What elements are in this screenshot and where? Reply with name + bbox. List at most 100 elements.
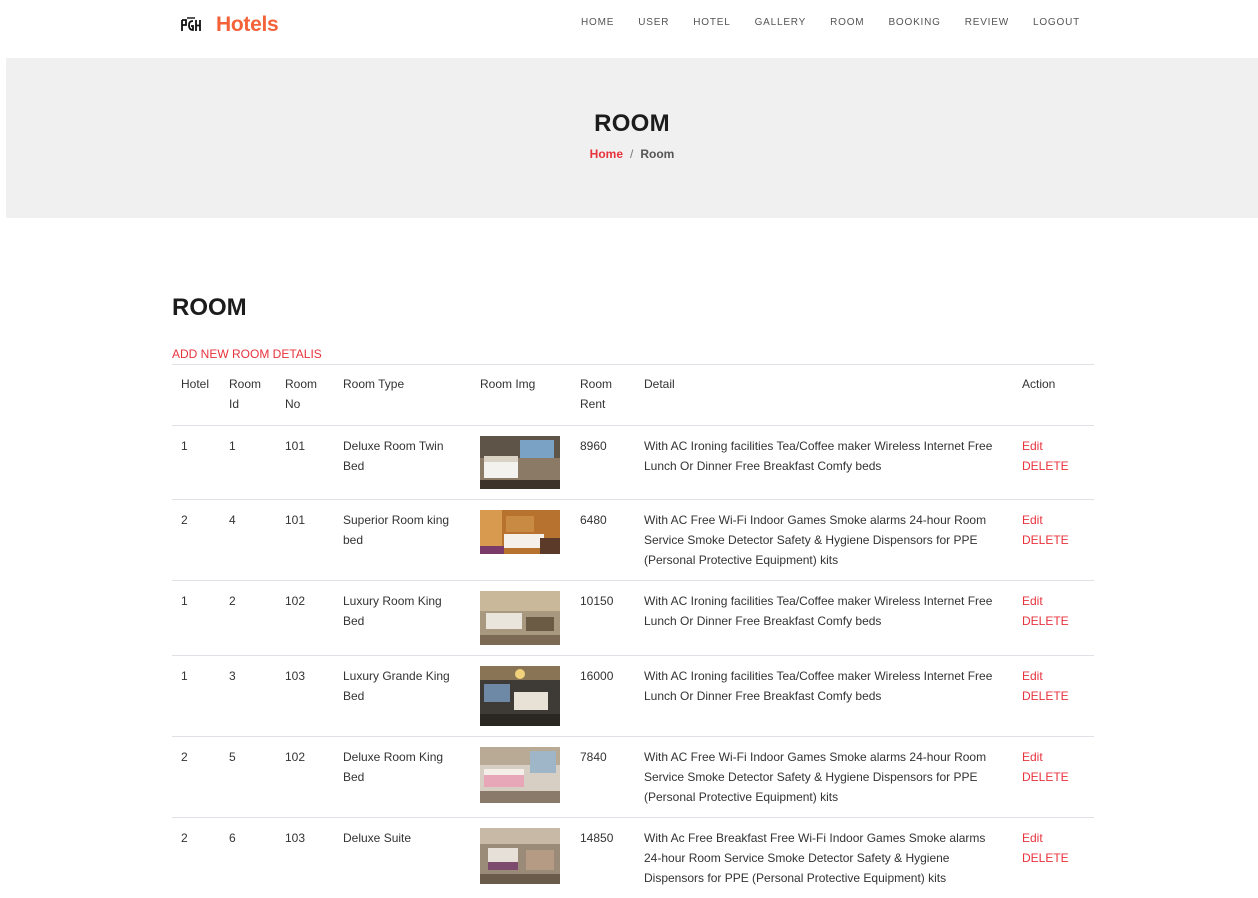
cell-room-id: 6	[220, 818, 276, 898]
breadcrumb-home[interactable]: Home	[590, 147, 623, 161]
cell-action: Edit DELETE	[1013, 581, 1094, 656]
col-room-img: Room Img	[471, 365, 571, 426]
cell-hotel: 2	[172, 500, 220, 581]
nav-user[interactable]: USER	[638, 17, 669, 28]
cell-room-type: Superior Room king bed	[334, 500, 471, 581]
cell-room-no: 103	[276, 656, 334, 737]
room-image	[480, 510, 560, 554]
cell-room-rent: 16000	[571, 656, 635, 737]
page-hero: ROOM Home/Room	[6, 58, 1258, 218]
cell-room-rent: 6480	[571, 500, 635, 581]
col-hotel: Hotel	[172, 365, 220, 426]
table-row: 1 1 101 Deluxe Room Twin Bed 8960 With A…	[172, 426, 1094, 500]
table-row: 2 4 101 Superior Room king bed 6480 With…	[172, 500, 1094, 581]
hotel-logo-icon	[180, 14, 202, 36]
table-row: 2 6 103 Deluxe Suite 14850 With Ac Free …	[172, 818, 1094, 898]
cell-detail: With AC Free Wi-Fi Indoor Games Smoke al…	[635, 500, 1013, 581]
cell-room-img	[471, 737, 571, 818]
room-image	[480, 828, 560, 884]
table-row: 1 3 103 Luxury Grande King Bed 16000 Wit…	[172, 656, 1094, 737]
delete-button[interactable]: DELETE	[1022, 767, 1085, 787]
table-row: 2 5 102 Deluxe Room King Bed 7840 With A…	[172, 737, 1094, 818]
room-image	[480, 666, 560, 726]
breadcrumb-separator: /	[630, 147, 633, 161]
edit-button[interactable]: Edit	[1022, 436, 1085, 456]
cell-room-img	[471, 581, 571, 656]
cell-room-id: 3	[220, 656, 276, 737]
delete-button[interactable]: DELETE	[1022, 686, 1085, 706]
cell-room-type: Luxury Room King Bed	[334, 581, 471, 656]
cell-room-no: 101	[276, 426, 334, 500]
room-table-header: Hotel Room Id Room No Room Type Room Img…	[172, 365, 1094, 426]
room-table: Hotel Room Id Room No Room Type Room Img…	[172, 364, 1094, 898]
cell-detail: With AC Ironing facilities Tea/Coffee ma…	[635, 656, 1013, 737]
cell-room-type: Luxury Grande King Bed	[334, 656, 471, 737]
nav-room[interactable]: ROOM	[830, 17, 864, 28]
col-action: Action	[1013, 365, 1094, 426]
cell-hotel: 1	[172, 581, 220, 656]
section-title: ROOM	[172, 294, 1094, 322]
cell-detail: With AC Free Wi-Fi Indoor Games Smoke al…	[635, 737, 1013, 818]
cell-action: Edit DELETE	[1013, 737, 1094, 818]
nav-logout[interactable]: LOGOUT	[1033, 17, 1080, 28]
edit-button[interactable]: Edit	[1022, 828, 1085, 848]
col-room-id: Room Id	[220, 365, 276, 426]
cell-room-img	[471, 818, 571, 898]
cell-room-rent: 8960	[571, 426, 635, 500]
nav-review[interactable]: REVIEW	[965, 17, 1009, 28]
cell-room-id: 1	[220, 426, 276, 500]
cell-room-rent: 14850	[571, 818, 635, 898]
cell-room-rent: 10150	[571, 581, 635, 656]
cell-room-img	[471, 500, 571, 581]
col-room-rent: Room Rent	[571, 365, 635, 426]
cell-room-rent: 7840	[571, 737, 635, 818]
cell-room-id: 2	[220, 581, 276, 656]
add-new-room-link[interactable]: ADD NEW ROOM DETALIS	[172, 346, 1094, 362]
cell-action: Edit DELETE	[1013, 656, 1094, 737]
cell-action: Edit DELETE	[1013, 426, 1094, 500]
cell-room-id: 4	[220, 500, 276, 581]
cell-room-no: 101	[276, 500, 334, 581]
edit-button[interactable]: Edit	[1022, 666, 1085, 686]
cell-room-no: 102	[276, 581, 334, 656]
cell-room-type: Deluxe Suite	[334, 818, 471, 898]
col-room-type: Room Type	[334, 365, 471, 426]
breadcrumb: Home / Room	[6, 147, 1258, 161]
room-image	[480, 591, 560, 645]
nav-home[interactable]: HOME	[581, 17, 614, 28]
cell-room-type: Deluxe Room King Bed	[334, 737, 471, 818]
edit-button[interactable]: Edit	[1022, 747, 1085, 767]
col-detail: Detail	[635, 365, 1013, 426]
cell-hotel: 2	[172, 818, 220, 898]
delete-button[interactable]: DELETE	[1022, 848, 1085, 868]
edit-button[interactable]: Edit	[1022, 591, 1085, 611]
nav-booking[interactable]: BOOKING	[888, 17, 940, 28]
cell-action: Edit DELETE	[1013, 818, 1094, 898]
brand-name: Hotels	[216, 13, 278, 37]
cell-detail: With AC Ironing facilities Tea/Coffee ma…	[635, 426, 1013, 500]
cell-room-type: Deluxe Room Twin Bed	[334, 426, 471, 500]
room-section: ROOM ADD NEW ROOM DETALIS Hotel Room Id …	[172, 294, 1094, 898]
cell-action: Edit DELETE	[1013, 500, 1094, 581]
main-nav: HOME USER HOTEL GALLERY ROOM BOOKING REV…	[557, 17, 1080, 28]
delete-button[interactable]: DELETE	[1022, 611, 1085, 631]
cell-detail: With Ac Free Breakfast Free Wi-Fi Indoor…	[635, 818, 1013, 898]
table-row: 1 2 102 Luxury Room King Bed 10150 With …	[172, 581, 1094, 656]
room-image	[480, 436, 560, 489]
nav-hotel[interactable]: HOTEL	[693, 17, 730, 28]
cell-hotel: 2	[172, 737, 220, 818]
cell-room-no: 102	[276, 737, 334, 818]
delete-button[interactable]: DELETE	[1022, 530, 1085, 550]
nav-gallery[interactable]: GALLERY	[755, 17, 807, 28]
room-table-body: 1 1 101 Deluxe Room Twin Bed 8960 With A…	[172, 426, 1094, 898]
cell-hotel: 1	[172, 656, 220, 737]
breadcrumb-current: Room	[640, 147, 674, 161]
cell-room-img	[471, 426, 571, 500]
brand[interactable]: Hotels	[180, 10, 278, 40]
cell-detail: With AC Ironing facilities Tea/Coffee ma…	[635, 581, 1013, 656]
cell-hotel: 1	[172, 426, 220, 500]
delete-button[interactable]: DELETE	[1022, 456, 1085, 476]
col-room-no: Room No	[276, 365, 334, 426]
edit-button[interactable]: Edit	[1022, 510, 1085, 530]
header-row: Hotel Room Id Room No Room Type Room Img…	[172, 365, 1094, 426]
